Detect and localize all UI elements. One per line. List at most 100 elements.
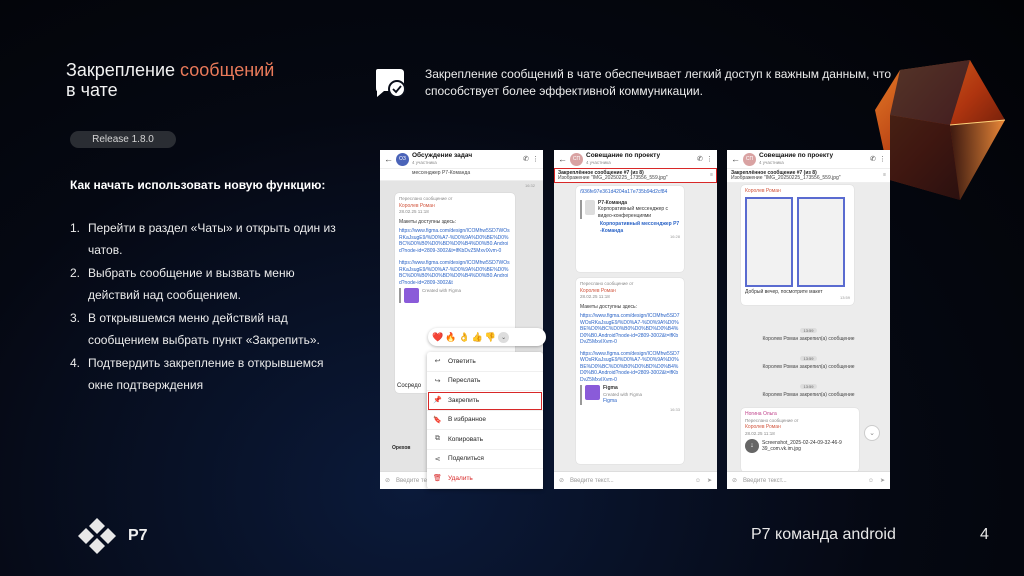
step-text: В открывшемся меню действий над сообщени… <box>88 311 320 347</box>
chevron-down-icon[interactable]: ⌄ <box>498 331 510 343</box>
bookmark-icon: 🔖 <box>433 416 442 424</box>
event-text: Королев Роман закрепил(а) сообщение <box>762 336 855 342</box>
menu-label: Закрепить <box>448 396 480 404</box>
chat-header: ← СП Совещание по проекту 4 участника ✆ ⋮ <box>727 150 890 168</box>
figma-link[interactable]: Figma <box>603 398 642 405</box>
chat-area: Королев Роман Добрый вечер, посмотрите м… <box>727 183 890 472</box>
chat-header: ← СП Совещание по проекту 4 участника ✆ ⋮ <box>554 150 717 168</box>
figma-title: Figma <box>603 385 618 391</box>
step-text: Выбрать сообщение и вызвать меню действи… <box>88 266 295 302</box>
logo-diamonds-icon <box>78 518 116 554</box>
avatar: СП <box>570 152 583 166</box>
step-item: 4. Подтвердить закрепление в открывшемся … <box>70 352 340 396</box>
chat-name: Совещание по проекту <box>586 151 661 159</box>
pin-list-icon[interactable]: ≡ <box>710 173 713 178</box>
step-number: 4. <box>70 356 81 370</box>
message-link[interactable]: /936fe97e361d4204a17e735b94d2cf84 <box>580 189 680 196</box>
send-icon[interactable]: ➤ <box>880 477 885 484</box>
event-text: Королев Роман закрепил(а) сообщение <box>762 364 855 370</box>
send-icon[interactable]: ➤ <box>707 477 712 484</box>
forward-icon: ↪ <box>434 377 441 385</box>
pinned-bar[interactable]: Закреплённое сообщение #7 (из 8) Изображ… <box>727 168 890 183</box>
reaction-heart[interactable]: ❤️ <box>432 332 443 343</box>
reaction-fire[interactable]: 🔥 <box>445 332 456 343</box>
timestamp: 13:59 <box>839 295 850 300</box>
reaction-thumbs-up[interactable]: 👍 <box>472 332 483 343</box>
smile-icon[interactable]: ☺ <box>868 478 874 484</box>
attach-icon[interactable]: ⊘ <box>559 477 564 484</box>
step-number: 3. <box>70 311 81 325</box>
message-input[interactable]: ⊘ Введите текст... ☺ ➤ <box>727 471 890 489</box>
howto-heading: Как начать использовать новую функцию: <box>70 178 326 192</box>
reaction-ok[interactable]: 👌 <box>458 332 469 343</box>
menu-label: Ответить <box>448 357 476 365</box>
figma-preview: Figma Created with Figma Figma <box>580 385 680 405</box>
file-attachment[interactable]: ↓ Screenshot_2025-02-24-09-32-46-939_com… <box>745 439 855 453</box>
pinned-bar[interactable]: Закреплённое сообщение #7 (из 8) Изображ… <box>554 168 717 183</box>
smile-icon[interactable]: ☺ <box>695 478 701 484</box>
message-bubble[interactable]: Переслано сообщение от Королев Роман 28.… <box>576 278 684 464</box>
image-preview[interactable] <box>745 196 850 287</box>
context-menu: ↩ Ответить ↪ Переслать 📌 Закрепить 🔖 В избра… <box>427 352 543 489</box>
step-item: 3. В открывшемся меню действий над сообще… <box>70 307 340 351</box>
step-text: Перейти в раздел «Чаты» и открыть один и… <box>88 221 336 257</box>
menu-label: Копировать <box>448 435 483 443</box>
menu-label: Переслать <box>448 377 481 385</box>
menu-item-copy[interactable]: ⧉ Копировать <box>427 430 543 450</box>
message-link[interactable]: https://www.figma.com/design/ICOMhw5SD7W… <box>580 313 680 346</box>
feature-description: Закрепление сообщений в чате обеспечивае… <box>425 67 892 98</box>
steps-list: 1. Перейти в раздел «Чаты» и открыть один… <box>70 217 340 397</box>
message-text: Макеты доступны здесь: <box>580 303 638 310</box>
message-link[interactable]: https://www.figma.com/design/ICOMhw5SD7W… <box>580 351 680 384</box>
back-arrow-icon[interactable]: ← <box>558 154 567 164</box>
page-number: 4 <box>980 526 989 543</box>
share-icon: ⋖ <box>434 455 441 463</box>
more-icon[interactable]: ⋮ <box>706 155 713 163</box>
system-event: 13:59 Королев Роман закрепил(а) сообщение <box>727 356 890 370</box>
card-link[interactable]: Корпоративный мессенджер Р7-Команда <box>580 221 680 234</box>
footer-text: Р7 команда android <box>751 526 896 543</box>
back-arrow-icon[interactable]: ← <box>731 154 740 164</box>
menu-item-pin[interactable]: 📌 Закрепить <box>427 391 543 411</box>
message-bubble[interactable]: /936fe97e361d4204a17e735b94d2cf84 Р7-Ком… <box>576 186 684 272</box>
more-icon[interactable]: ⋮ <box>879 155 886 163</box>
menu-label: Поделиться <box>448 455 484 463</box>
menu-item-favorites[interactable]: 🔖 В избранное <box>427 411 543 430</box>
phone-screenshot-3: ← СП Совещание по проекту 4 участника ✆ ⋮… <box>727 150 890 489</box>
system-event: 13:59 Королев Роман закрепил(а) сообщение <box>727 328 890 342</box>
system-event: 13:59 Королев Роман закрепил(а) сообщение <box>727 384 890 398</box>
slide-title: Закрепление сообщений в чате <box>66 60 274 100</box>
reaction-thumbs-down[interactable]: 👎 <box>485 332 496 343</box>
menu-label: Удалить <box>448 474 473 482</box>
event-time: 13:59 <box>800 384 817 389</box>
card-description: Корпоративный мессенджер с видео-конфере… <box>597 206 669 219</box>
menu-item-reply[interactable]: ↩ Ответить <box>427 352 543 372</box>
download-icon[interactable]: ↓ <box>745 439 759 453</box>
timestamp: 16:33 <box>669 406 680 412</box>
copy-icon: ⧉ <box>435 435 440 443</box>
event-time: 13:59 <box>800 328 817 333</box>
avatar: СП <box>743 152 756 166</box>
step-item: 1. Перейти в раздел «Чаты» и открыть один… <box>70 217 340 261</box>
release-badge: Release 1.8.0 <box>70 131 176 148</box>
file-name: Screenshot_2025-02-24-09-32-46-939_com.v… <box>762 439 842 453</box>
chat-name: Совещание по проекту <box>759 151 834 159</box>
reply-icon: ↩ <box>434 358 441 366</box>
scroll-down-button[interactable]: ⌄ <box>864 425 880 441</box>
phone-icon[interactable]: ✆ <box>870 155 876 163</box>
phone-icon[interactable]: ✆ <box>697 155 703 163</box>
pin-list-icon[interactable]: ≡ <box>883 173 886 178</box>
menu-item-forward[interactable]: ↪ Переслать <box>427 372 543 391</box>
message-author: Королев Роман <box>745 188 781 194</box>
reactions-bar: ❤️ 🔥 👌 👍 👎 ⌄ <box>428 328 546 346</box>
menu-item-delete[interactable]: 🗑 Удалить <box>427 469 543 489</box>
message-input[interactable]: ⊘ Введите текст... ☺ ➤ <box>554 471 717 489</box>
step-text: Подтвердить закрепление в открывшемся ок… <box>88 356 324 392</box>
image-message[interactable]: Королев Роман Добрый вечер, посмотрите м… <box>741 185 854 305</box>
chat-members: 4 участника <box>586 159 611 165</box>
event-time: 13:59 <box>800 356 817 361</box>
menu-item-share[interactable]: ⋖ Поделиться <box>427 450 543 469</box>
message-bubble[interactable]: Ногина Ольга Переслано сообщение от Коро… <box>741 408 859 472</box>
input-placeholder: Введите текст... <box>570 477 614 484</box>
attach-icon[interactable]: ⊘ <box>732 477 737 484</box>
